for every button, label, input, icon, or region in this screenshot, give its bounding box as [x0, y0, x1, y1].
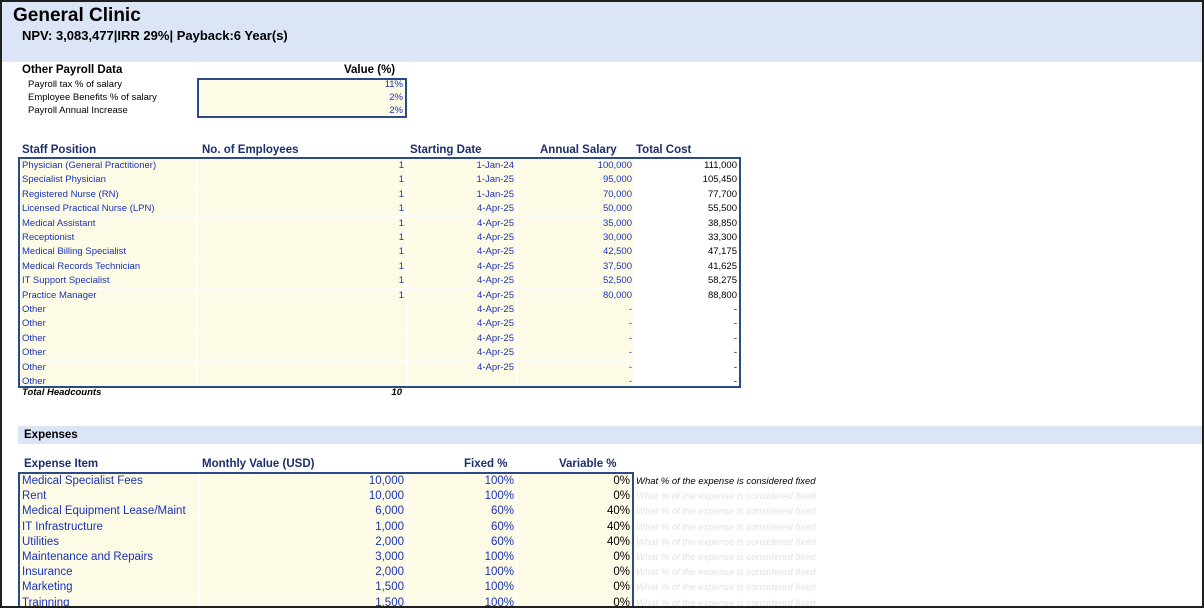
- payroll-label: Employee Benefits % of salary: [28, 92, 157, 103]
- expense-item-header: Expense Item: [24, 458, 99, 470]
- fixed-pct-tooltip: What % of the expense is considered fixe…: [636, 597, 816, 608]
- expenses-band: [18, 426, 1202, 444]
- payroll-label: Payroll tax % of salary: [28, 79, 122, 90]
- variable-pct-header: Variable %: [559, 458, 617, 470]
- expenses-table-border: [18, 472, 634, 606]
- fixed-pct-tooltip: What % of the expense is considered fixe…: [636, 582, 816, 594]
- fixed-pct-header: Fixed %: [464, 458, 508, 470]
- fixed-pct-tooltip: What % of the expense is considered fixe…: [636, 567, 816, 579]
- fixed-pct-tooltip: What % of the expense is considered fixe…: [636, 491, 816, 503]
- page-title: General Clinic: [13, 5, 141, 26]
- total-headcounts-label: Total Headcounts: [22, 387, 102, 398]
- starting-date-header: Starting Date: [410, 144, 482, 156]
- staff-position-header: Staff Position: [22, 144, 97, 156]
- staff-table-border: [18, 157, 741, 388]
- fixed-pct-tooltip: What % of the expense is considered fixe…: [636, 476, 816, 487]
- expenses-section-title: Expenses: [24, 429, 78, 441]
- fixed-pct-tooltip: What % of the expense is considered fixe…: [636, 536, 816, 548]
- employees-header: No. of Employees: [202, 144, 299, 156]
- payroll-header: Other Payroll Data: [22, 64, 123, 76]
- annual-salary-header: Annual Salary: [540, 144, 617, 156]
- payroll-value-header: Value (%): [344, 64, 396, 76]
- kpi-summary: NPV: 3,083,477|IRR 29%| Payback:6 Year(s…: [22, 28, 288, 43]
- fixed-pct-tooltip: What % of the expense is considered fixe…: [636, 552, 816, 563]
- fixed-pct-tooltip: What % of the expense is considered fixe…: [636, 521, 816, 533]
- total-cost-header: Total Cost: [636, 144, 692, 156]
- monthly-value-header: Monthly Value (USD): [202, 458, 315, 470]
- fixed-pct-tooltip: What % of the expense is considered fixe…: [636, 506, 816, 518]
- payroll-label: Payroll Annual Increase: [28, 105, 128, 116]
- payroll-value-border: [197, 78, 407, 118]
- spreadsheet-window: General Clinic NPV: 3,083,477|IRR 29%| P…: [0, 0, 1204, 608]
- total-headcounts-value: 10: [391, 387, 402, 398]
